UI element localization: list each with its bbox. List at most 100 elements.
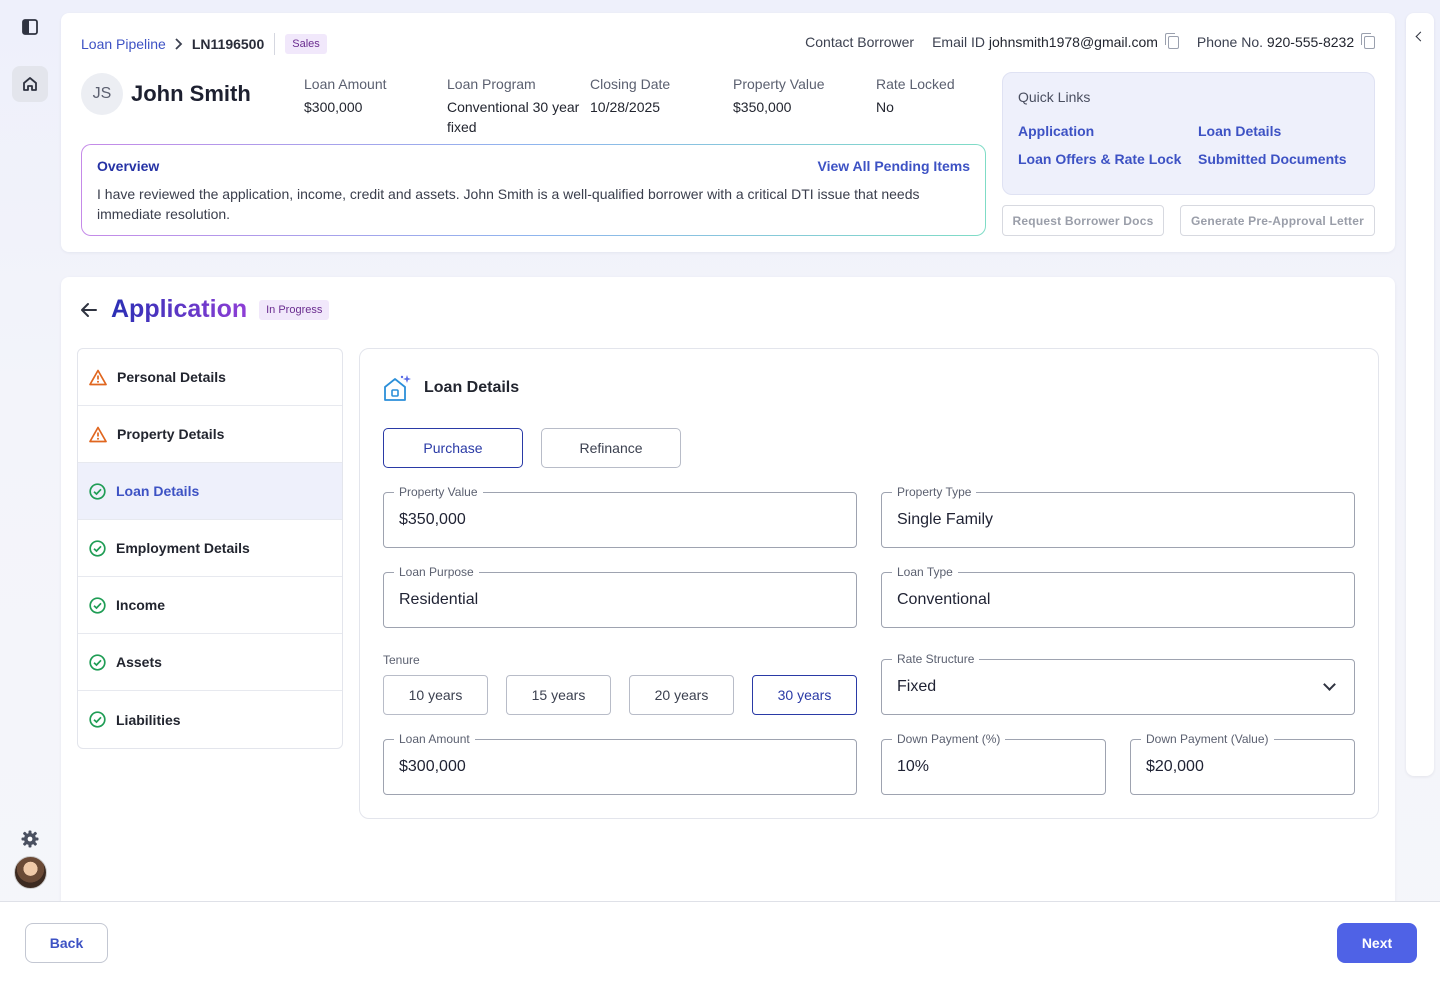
property-type-field[interactable]: Property Type Single Family — [881, 485, 1355, 548]
down-payment-percent-field[interactable]: Down Payment (%) 10% — [881, 732, 1106, 795]
tenure-label: Tenure — [383, 653, 420, 667]
field-label: Down Payment (%) — [892, 732, 1006, 746]
form-title-text: Loan Details — [424, 379, 520, 396]
overview-text: I have reviewed the application, income,… — [97, 186, 920, 222]
breadcrumb-divider — [274, 33, 276, 55]
step-label: Assets — [116, 654, 162, 670]
email-contact: Email ID johnsmith1978@gmail.com — [932, 33, 1179, 50]
borrower-name: John Smith — [131, 81, 251, 106]
stat-value: 10/28/2025 — [590, 99, 661, 115]
tenure-15-years[interactable]: 15 years — [506, 675, 611, 715]
chevron-left-icon[interactable] — [1415, 31, 1426, 42]
step-liabilities[interactable]: Liabilities — [78, 691, 342, 748]
phone-value: 920-555-8232 — [1266, 34, 1355, 50]
overview-box: Overview View All Pending Items I have r… — [81, 144, 986, 236]
footer-bar: Back Next — [0, 901, 1440, 984]
breadcrumb-loan-pipeline[interactable]: Loan Pipeline — [81, 36, 166, 52]
copy-icon[interactable] — [1164, 33, 1179, 49]
loan-purpose-field[interactable]: Loan Purpose Residential — [383, 565, 857, 628]
sales-badge: Sales — [285, 34, 327, 54]
rate-structure-select[interactable]: Rate Structure Fixed — [881, 652, 1355, 715]
home-icon — [23, 77, 37, 91]
contact-borrower-label: Contact Borrower — [805, 34, 915, 50]
application-steps: Personal Details Property Details Loan D… — [77, 348, 343, 749]
borrower-header-card: Loan Pipeline LN1196500 Sales Contact Bo… — [61, 13, 1395, 252]
step-label: Loan Details — [116, 483, 200, 499]
user-avatar[interactable] — [14, 856, 47, 889]
sidebar-toggle-button[interactable] — [12, 9, 48, 45]
warning-icon — [89, 426, 107, 442]
loan-details-form: Loan Details Purchase Refinance Property… — [359, 348, 1379, 819]
phone-contact: Phone No. 920-555-8232 — [1196, 33, 1375, 50]
purchase-toggle[interactable]: Purchase — [383, 428, 523, 468]
settings-button[interactable] — [12, 821, 48, 857]
generate-pre-approval-button[interactable]: Generate Pre-Approval Letter — [1180, 205, 1375, 236]
stat-label: Loan Program — [447, 76, 536, 92]
status-badge: In Progress — [259, 299, 330, 320]
field-value: Residential — [399, 591, 479, 608]
tenure-30-years[interactable]: 30 years — [752, 675, 857, 715]
field-label: Loan Type — [892, 565, 958, 579]
field-value: $20,000 — [1146, 758, 1204, 775]
chevron-down-icon — [1323, 678, 1336, 691]
borrower-avatar: JS — [81, 73, 123, 115]
copy-icon[interactable] — [1361, 33, 1375, 49]
application-header: Application In Progress — [79, 295, 330, 324]
quick-link-application[interactable]: Application — [1018, 123, 1198, 139]
home-button[interactable] — [12, 66, 48, 102]
field-value: Fixed — [897, 678, 937, 695]
stat-value: No — [876, 99, 894, 115]
stat-value: $300,000 — [304, 99, 363, 115]
tenure-20-years[interactable]: 20 years — [629, 675, 734, 715]
stat-loan-program: Loan Program Conventional 30 year fixed — [447, 74, 590, 137]
step-personal-details[interactable]: Personal Details — [78, 349, 342, 406]
stat-property-value: Property Value $350,000 — [733, 74, 876, 137]
application-title: Application — [111, 295, 248, 323]
step-property-details[interactable]: Property Details — [78, 406, 342, 463]
stat-label: Loan Amount — [304, 76, 387, 92]
loan-type-field[interactable]: Loan Type Conventional — [881, 565, 1355, 628]
field-value: $350,000 — [399, 511, 466, 528]
step-label: Personal Details — [117, 369, 226, 385]
step-assets[interactable]: Assets — [78, 634, 342, 691]
phone-label: Phone No. — [1196, 34, 1264, 50]
loan-amount-field[interactable]: Loan Amount $300,000 — [383, 732, 857, 795]
back-button[interactable]: Back — [25, 923, 108, 963]
loan-stats: Loan Amount $300,000 Loan Program Conven… — [304, 74, 1019, 137]
form-title: Loan Details — [382, 373, 519, 403]
overview-title: Overview — [97, 158, 160, 174]
next-button[interactable]: Next — [1337, 923, 1417, 963]
check-circle-icon — [89, 653, 106, 671]
check-circle-icon — [89, 711, 106, 728]
field-label: Down Payment (Value) — [1141, 732, 1274, 746]
step-label: Employment Details — [116, 540, 250, 556]
check-circle-icon — [89, 596, 106, 614]
contact-borrower: Contact Borrower Email ID johnsmith1978@… — [805, 33, 1375, 50]
breadcrumb: Loan Pipeline LN1196500 Sales — [81, 33, 327, 55]
request-borrower-docs-button[interactable]: Request Borrower Docs — [1002, 205, 1164, 236]
down-payment-value-field[interactable]: Down Payment (Value) $20,000 — [1130, 732, 1355, 795]
stat-rate-locked: Rate Locked No — [876, 74, 1019, 137]
tenure-10-years[interactable]: 10 years — [383, 675, 488, 715]
stat-value: $350,000 — [733, 99, 792, 115]
property-value-field[interactable]: Property Value $350,000 — [383, 485, 857, 548]
application-card: Application In Progress Personal Details… — [61, 277, 1395, 917]
check-circle-icon — [89, 539, 106, 557]
field-value: Single Family — [897, 511, 994, 528]
check-circle-icon — [89, 482, 106, 500]
refinance-toggle[interactable]: Refinance — [541, 428, 681, 468]
view-all-pending-items-link[interactable]: View All Pending Items — [818, 158, 970, 174]
quick-link-submitted-documents[interactable]: Submitted Documents — [1198, 151, 1368, 167]
quick-links-panel: Quick Links Application Loan Details Loa… — [1002, 72, 1375, 195]
house-sparkle-icon — [384, 375, 411, 401]
quick-link-loan-details[interactable]: Loan Details — [1198, 123, 1368, 139]
step-label: Property Details — [117, 426, 225, 442]
step-loan-details[interactable]: Loan Details — [78, 463, 342, 520]
step-income[interactable]: Income — [78, 577, 342, 634]
arrow-left-icon[interactable] — [79, 300, 99, 320]
breadcrumb-loan-id: LN1196500 — [191, 36, 265, 52]
step-employment-details[interactable]: Employment Details — [78, 520, 342, 577]
quick-links-title: Quick Links — [1018, 89, 1091, 105]
chevron-right-icon — [175, 38, 183, 50]
quick-link-loan-offers[interactable]: Loan Offers & Rate Lock — [1018, 151, 1198, 167]
